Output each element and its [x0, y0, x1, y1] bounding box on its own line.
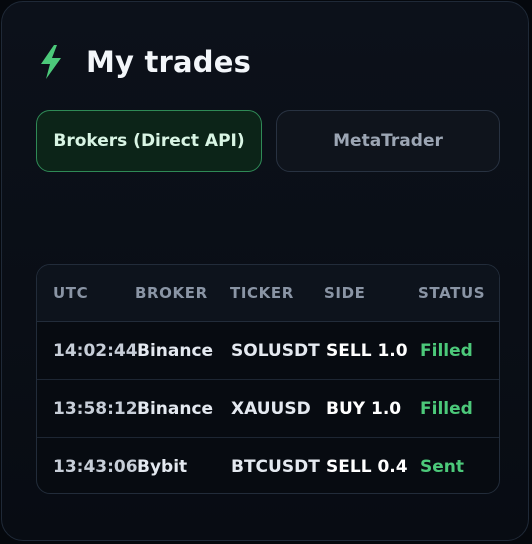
cell-utc: 13:43:06: [53, 456, 138, 477]
cell-utc: 13:58:12: [53, 398, 138, 419]
table-row[interactable]: 13:58:12 Binance XAUUSD BUY 1.0 Filled: [37, 380, 499, 438]
page-title: My trades: [86, 45, 252, 79]
column-header-side: SIDE: [324, 284, 366, 302]
source-tabs: Brokers (Direct API) MetaTrader: [36, 110, 500, 172]
cell-side: SELL 0.4: [326, 456, 408, 477]
column-header-ticker: TICKER: [230, 284, 294, 302]
cell-ticker: BTCUSDT: [231, 456, 320, 477]
cell-utc: 14:02:44: [53, 340, 138, 361]
column-header-broker: BROKER: [135, 284, 208, 302]
status-badge: Filled: [420, 398, 473, 419]
cell-ticker: SOLUSDT: [231, 340, 320, 361]
tab-brokers-direct-api[interactable]: Brokers (Direct API): [36, 110, 262, 172]
card-header: My trades: [38, 42, 251, 82]
cell-broker: Bybit: [137, 456, 188, 477]
column-header-utc: UTC: [53, 284, 89, 302]
cell-broker: Binance: [137, 398, 214, 419]
status-badge: Sent: [420, 456, 465, 477]
tab-label: MetaTrader: [333, 131, 443, 151]
lightning-bolt-icon: [38, 44, 64, 80]
cell-side: BUY 1.0: [326, 398, 402, 419]
tab-label: Brokers (Direct API): [53, 131, 245, 151]
cell-side: SELL 1.0: [326, 340, 408, 361]
tab-metatrader[interactable]: MetaTrader: [276, 110, 500, 172]
cell-ticker: XAUUSD: [231, 398, 311, 419]
table-row[interactable]: 13:43:06 Bybit BTCUSDT SELL 0.4 Sent: [37, 438, 499, 493]
table-header: UTC BROKER TICKER SIDE STATUS: [37, 265, 499, 322]
trades-card: My trades Brokers (Direct API) MetaTrade…: [1, 1, 529, 541]
status-badge: Filled: [420, 340, 473, 361]
cell-broker: Binance: [137, 340, 214, 361]
column-header-status: STATUS: [418, 284, 486, 302]
trades-table: UTC BROKER TICKER SIDE STATUS 14:02:44 B…: [36, 264, 500, 494]
table-row[interactable]: 14:02:44 Binance SOLUSDT SELL 1.0 Filled: [37, 322, 499, 380]
